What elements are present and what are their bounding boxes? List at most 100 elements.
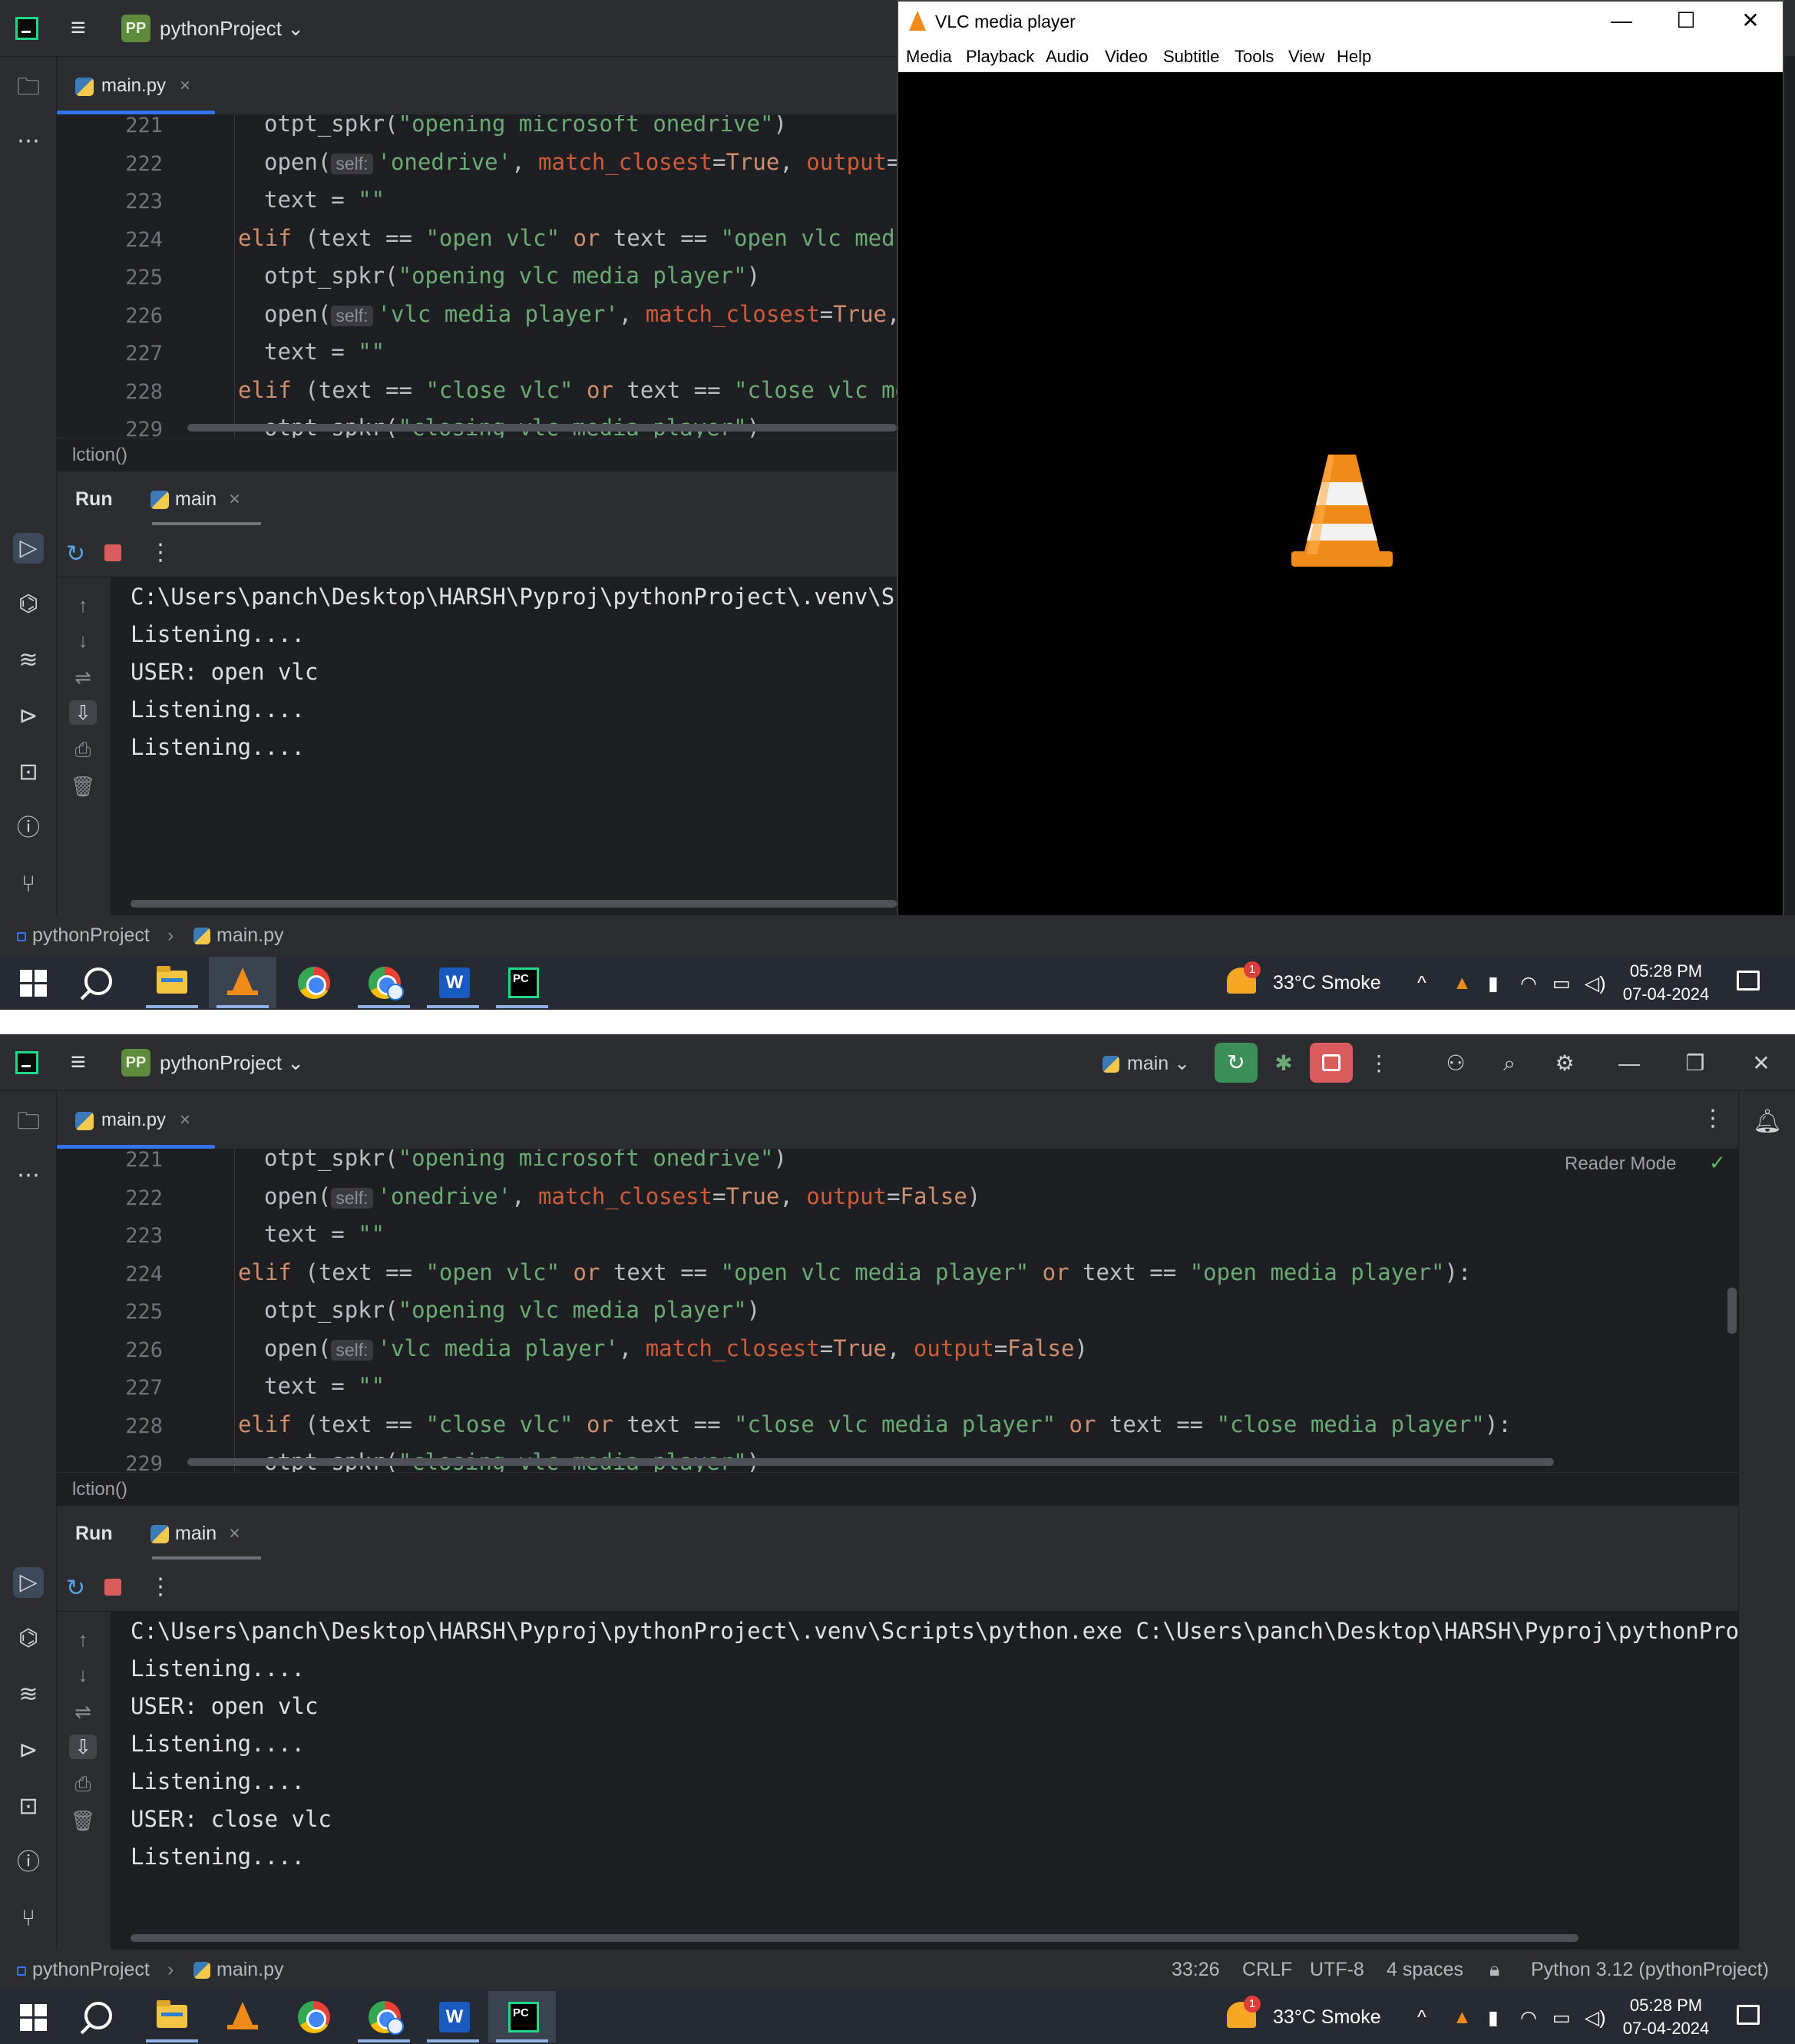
project-badge[interactable]: PP	[121, 15, 150, 42]
scroll-to-end-icon[interactable]: ⇩	[69, 1735, 97, 1759]
menu-help[interactable]: Help	[1337, 41, 1371, 72]
scroll-up-icon[interactable]: ↑	[69, 1627, 97, 1652]
scroll-down-icon[interactable]: ↓	[69, 1662, 97, 1687]
rerun-icon[interactable]: ↻	[66, 1575, 85, 1602]
notifications-bell-icon[interactable]: 🔔︎	[1752, 1106, 1783, 1137]
close-tab-icon[interactable]: ×	[229, 488, 240, 510]
chevron-up-icon[interactable]: ^	[1417, 972, 1426, 994]
wifi-icon[interactable]: ◠	[1520, 2006, 1537, 2029]
python-console-icon[interactable]: ⌬	[13, 589, 44, 620]
vlc-window[interactable]: VLC media player — ☐ ✕ Media Playback Au…	[897, 0, 1784, 952]
close-button[interactable]: ✕	[1718, 2, 1783, 41]
vertical-scrollbar[interactable]	[1727, 1288, 1737, 1334]
tab-main-py[interactable]: main.py ×	[75, 1105, 190, 1136]
vlc-tray-icon[interactable]: ▲	[1453, 972, 1472, 994]
menu-media[interactable]: Media	[906, 41, 952, 72]
horizontal-scrollbar[interactable]	[131, 1934, 1578, 1942]
chrome-profile-app[interactable]	[350, 1991, 418, 2042]
main-menu-icon[interactable]: ≡	[71, 1049, 94, 1075]
debug-icon[interactable]: ✱	[1268, 1048, 1299, 1079]
folder-icon[interactable]: 🗀	[13, 72, 44, 103]
restore-icon[interactable]: ❐	[1678, 1048, 1712, 1079]
project-selector[interactable]: pythonProject ⌄	[160, 1051, 304, 1075]
problems-icon[interactable]: ⓘ	[13, 1847, 44, 1878]
caret-position[interactable]: 33:26	[1172, 1950, 1220, 1989]
more-options-icon[interactable]: ⋮	[149, 1573, 172, 1600]
terminal-icon[interactable]: ⊡	[13, 1791, 44, 1822]
minimize-button[interactable]: —	[1589, 2, 1654, 41]
run-tool-icon[interactable]: ▷	[13, 1567, 44, 1598]
microphone-icon[interactable]: ▮	[1488, 2006, 1499, 2029]
run-console[interactable]: ↑ ↓ ⇌ ⇩ ⎙ 🗑︎ C:\Users\panch\Desktop\HARSH\Pypr…	[57, 1612, 1738, 1950]
search-everywhere-icon[interactable]: ⌕	[1493, 1048, 1526, 1079]
settings-icon[interactable]: ⚙	[1548, 1048, 1582, 1079]
services-icon[interactable]: ⊳	[13, 701, 44, 732]
pycharm-app[interactable]: PC	[488, 1991, 556, 2042]
system-clock[interactable]: 05:28 PM 07-04-2024	[1612, 1994, 1720, 2040]
soft-wrap-icon[interactable]: ⇌	[69, 665, 97, 690]
stop-icon[interactable]	[104, 544, 121, 561]
close-icon[interactable]: ✕	[1744, 1048, 1778, 1079]
wifi-icon[interactable]: ◠	[1520, 972, 1537, 995]
function-breadcrumb[interactable]: lction()	[57, 438, 897, 471]
word-app[interactable]: W	[419, 957, 487, 1008]
menu-view[interactable]: View	[1288, 41, 1324, 72]
tab-main-py[interactable]: main.py ×	[75, 71, 190, 101]
main-menu-icon[interactable]: ≡	[71, 15, 94, 41]
volume-icon[interactable]: ◁)	[1585, 2006, 1606, 2029]
print-icon[interactable]: ⎙	[69, 737, 97, 762]
status-project[interactable]: pythonProject	[17, 915, 150, 955]
run-config-selector[interactable]: main ⌄	[1102, 1048, 1202, 1079]
notification-icon[interactable]	[1737, 971, 1760, 991]
menu-subtitle[interactable]: Subtitle	[1163, 41, 1219, 72]
soft-wrap-icon[interactable]: ⇌	[69, 1699, 97, 1724]
more-options-icon[interactable]: ⋮	[149, 539, 172, 566]
notification-icon[interactable]	[1737, 2005, 1760, 2025]
battery-icon[interactable]: ▭	[1552, 972, 1571, 995]
more-actions-icon[interactable]: ⋮	[1364, 1048, 1394, 1079]
problems-icon[interactable]: ⓘ	[13, 813, 44, 844]
project-selector[interactable]: pythonProject ⌄	[160, 17, 304, 41]
services-icon[interactable]: ⊳	[13, 1735, 44, 1766]
chrome-app[interactable]	[279, 1991, 347, 2042]
windows-start-icon[interactable]	[20, 970, 48, 997]
indent-setting[interactable]: 4 spaces	[1387, 1950, 1463, 1989]
pycharm-logo-icon[interactable]	[15, 1051, 38, 1074]
line-separator[interactable]: CRLF	[1242, 1950, 1292, 1989]
function-breadcrumb[interactable]: lction()	[57, 1472, 1738, 1506]
python-console-icon[interactable]: ⌬	[13, 1623, 44, 1654]
pycharm-logo-icon[interactable]	[15, 17, 38, 40]
menu-audio[interactable]: Audio	[1046, 41, 1089, 72]
chrome-app[interactable]	[279, 957, 347, 1008]
vlc-tray-icon[interactable]: ▲	[1453, 2006, 1472, 2029]
more-tools-icon[interactable]: ⋯	[13, 1160, 44, 1191]
search-icon[interactable]	[84, 2002, 112, 2029]
word-app[interactable]: W	[419, 1991, 487, 2042]
run-console[interactable]: ↑ ↓ ⇌ ⇩ ⎙ 🗑︎ C:\Users\panch\Desktop\HARSH\Pypr…	[57, 577, 897, 915]
weather-text[interactable]: 33°C Smoke	[1273, 972, 1381, 994]
close-tab-icon[interactable]: ×	[229, 1523, 240, 1544]
stop-button[interactable]	[1310, 1043, 1353, 1083]
more-tools-icon[interactable]: ⋯	[13, 126, 44, 157]
tab-options-icon[interactable]: ⋮	[1701, 1105, 1724, 1132]
vlc-title-bar[interactable]: VLC media player — ☐ ✕	[898, 2, 1783, 41]
python-interpreter[interactable]: Python 3.12 (pythonProject)	[1531, 1950, 1769, 1989]
add-user-icon[interactable]: ⚇	[1439, 1048, 1473, 1079]
folder-icon[interactable]: 🗀	[13, 1106, 44, 1137]
file-explorer-app[interactable]	[138, 957, 206, 1008]
status-project[interactable]: pythonProject	[17, 1950, 150, 1989]
battery-icon[interactable]: ▭	[1552, 2006, 1571, 2029]
git-icon[interactable]: ⑂	[13, 869, 44, 900]
horizontal-scrollbar[interactable]	[131, 900, 897, 908]
scroll-to-end-icon[interactable]: ⇩	[69, 700, 97, 725]
trash-icon[interactable]: 🗑︎	[69, 774, 97, 799]
git-icon[interactable]: ⑂	[13, 1903, 44, 1934]
system-clock[interactable]: 05:28 PM 07-04-2024	[1612, 960, 1720, 1006]
stop-icon[interactable]	[104, 1579, 121, 1596]
status-file[interactable]: main.py	[193, 915, 284, 955]
close-tab-icon[interactable]: ×	[180, 75, 190, 96]
python-packages-icon[interactable]: ≋	[13, 645, 44, 676]
vlc-taskbar-app[interactable]	[209, 1991, 276, 2042]
file-encoding[interactable]: UTF-8	[1310, 1950, 1364, 1989]
run-tool-icon[interactable]: ▷	[13, 533, 44, 564]
